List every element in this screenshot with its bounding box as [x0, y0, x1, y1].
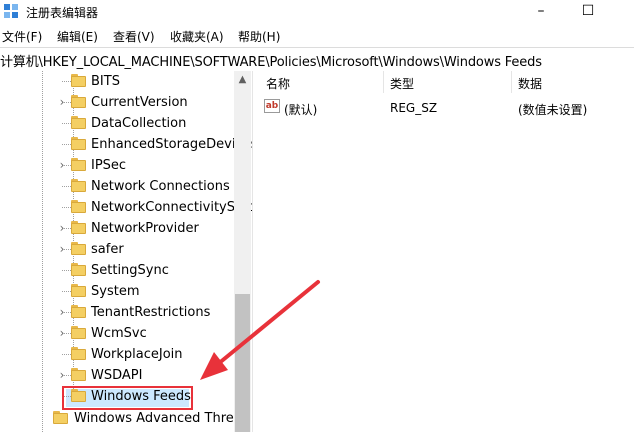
tree-item-windows-advanced-threat-protection[interactable]: Windows Advanced Threat Protection	[0, 408, 252, 429]
chevron-right-icon[interactable]: ›	[56, 305, 68, 319]
minimize-button[interactable]: –	[519, 0, 563, 24]
tree-item-label: WcmSvc	[91, 326, 147, 341]
menu-file[interactable]: 文件(F)	[2, 28, 42, 45]
value-name[interactable]: (默认)	[284, 101, 317, 118]
column-divider[interactable]	[383, 71, 384, 93]
column-header-data[interactable]: 数据	[518, 75, 542, 92]
chevron-right-icon[interactable]: ›	[56, 95, 68, 109]
string-value-icon: ab	[264, 99, 280, 113]
scroll-up-arrow-icon[interactable]: ▲	[234, 71, 251, 88]
menu-help[interactable]: 帮助(H)	[238, 28, 280, 45]
chevron-right-icon[interactable]: ›	[56, 221, 68, 235]
chevron-right-icon[interactable]: ›	[56, 326, 68, 340]
tree-item-tenantrestrictions[interactable]: › TenantRestrictions	[0, 302, 234, 323]
tree-item-label: TenantRestrictions	[91, 305, 211, 320]
folder-icon	[71, 95, 86, 108]
tree-item-label: NetworkProvider	[91, 221, 199, 236]
tree-item-label: NetworkConnectivityStatusIndicator	[91, 200, 252, 215]
tree-item-currentversion[interactable]: › CurrentVersion	[0, 92, 234, 113]
tree-item-safer[interactable]: › safer	[0, 239, 234, 260]
folder-icon	[71, 242, 86, 255]
tree-item-label: WSDAPI	[91, 368, 143, 383]
scroll-thumb[interactable]	[235, 294, 250, 432]
tree-item-networkprovider[interactable]: › NetworkProvider	[0, 218, 234, 239]
key-tree[interactable]: BITS › CurrentVersion DataCollection Enh…	[0, 71, 252, 432]
folder-icon	[71, 74, 86, 87]
regedit-app-icon	[4, 4, 18, 18]
tree-item-label: Windows Advanced Threat Protection	[74, 411, 252, 426]
tree-item-label: safer	[91, 242, 124, 257]
folder-icon	[71, 137, 86, 150]
chevron-right-icon[interactable]: ›	[56, 242, 68, 256]
title-bar: 注册表编辑器 – ☐	[0, 0, 634, 24]
tree-item-workplacejoin[interactable]: WorkplaceJoin	[0, 344, 234, 365]
folder-icon	[71, 326, 86, 339]
tree-item-label: SettingSync	[91, 263, 169, 278]
tree-item-wsdapi[interactable]: › WSDAPI	[0, 365, 234, 386]
tree-item-label: EnhancedStorageDevices	[91, 137, 252, 152]
folder-icon	[53, 411, 68, 424]
chevron-right-icon[interactable]: ›	[56, 368, 68, 382]
folder-icon	[71, 284, 86, 297]
address-path[interactable]: 计算机\HKEY_LOCAL_MACHINE\SOFTWARE\Policies…	[0, 51, 542, 70]
folder-icon	[71, 368, 86, 381]
column-divider[interactable]	[511, 71, 512, 93]
tree-item-bits[interactable]: BITS	[0, 71, 234, 92]
tree-item-ipsec[interactable]: › IPSec	[0, 155, 234, 176]
tree-item-enhancedstoragedevices[interactable]: EnhancedStorageDevices	[0, 134, 252, 155]
maximize-button[interactable]: ☐	[566, 0, 610, 24]
tree-item-label: System	[91, 284, 140, 299]
folder-icon	[71, 263, 86, 276]
tree-item-wcmsvc[interactable]: › WcmSvc	[0, 323, 234, 344]
tree-item-settingsync[interactable]: SettingSync	[0, 260, 234, 281]
tree-item-label: IPSec	[91, 158, 127, 173]
tree-item-label: WorkplaceJoin	[91, 347, 183, 362]
menu-edit[interactable]: 编辑(E)	[57, 28, 98, 45]
values-list[interactable]: 名称 类型 数据 ab (默认) REG_SZ (数值未设置)	[258, 71, 634, 432]
tree-item-label: BITS	[91, 74, 120, 89]
tree-item-label: Network Connections	[91, 179, 230, 194]
folder-icon	[71, 179, 86, 192]
column-header-name[interactable]: 名称	[266, 75, 290, 92]
tree-item-system[interactable]: System	[0, 281, 234, 302]
value-type[interactable]: REG_SZ	[390, 101, 437, 115]
window-title: 注册表编辑器	[26, 6, 99, 20]
chevron-right-icon[interactable]: ›	[56, 158, 68, 172]
menu-view[interactable]: 查看(V)	[113, 28, 155, 45]
folder-icon	[71, 158, 86, 171]
tree-scrollbar[interactable]: ▲	[234, 71, 251, 432]
folder-icon	[71, 305, 86, 318]
menu-favorites[interactable]: 收藏夹(A)	[170, 28, 224, 45]
folder-icon	[71, 347, 86, 360]
tree-item-label: CurrentVersion	[91, 95, 188, 110]
tree-item-networkconnectivitystatusindicator[interactable]: NetworkConnectivityStatusIndicator	[0, 197, 252, 218]
tree-item-datacollection[interactable]: DataCollection	[0, 113, 234, 134]
menu-bar: 文件(F) 编辑(E) 查看(V) 收藏夹(A) 帮助(H)	[0, 24, 634, 46]
red-highlight-box	[62, 386, 193, 410]
folder-icon	[71, 200, 86, 213]
folder-icon	[71, 116, 86, 129]
folder-icon	[71, 221, 86, 234]
tree-item-label: DataCollection	[91, 116, 187, 131]
column-header-type[interactable]: 类型	[390, 75, 414, 92]
value-data[interactable]: (数值未设置)	[518, 101, 587, 118]
tree-item-network-connections[interactable]: Network Connections	[0, 176, 234, 197]
address-bar[interactable]: 计算机\HKEY_LOCAL_MACHINE\SOFTWARE\Policies…	[0, 47, 634, 72]
